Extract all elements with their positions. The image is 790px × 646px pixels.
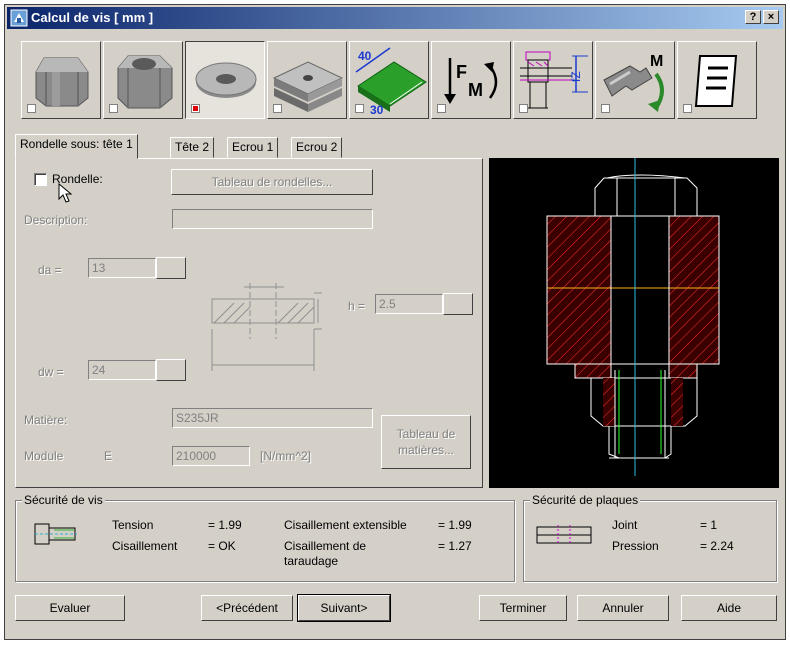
joint-value: = 1 <box>700 518 718 532</box>
description-label: Description: <box>24 213 88 227</box>
shear-ext-value: = 1.99 <box>438 518 472 532</box>
plate-dim-bottom-text: 30 <box>370 103 384 117</box>
module-unit: [N/mm^2] <box>260 449 311 463</box>
tool-document[interactable] <box>677 41 757 119</box>
title-bar[interactable]: Calcul de vis [ mm ] ? × <box>7 7 783 29</box>
tool-plate-dimensions[interactable]: 40 30 <box>349 41 429 119</box>
tension-value: = 1.99 <box>208 518 242 532</box>
washer-checkbox[interactable] <box>34 173 47 186</box>
da-field[interactable] <box>88 258 156 278</box>
da-picker-button[interactable] <box>156 257 186 279</box>
screw-icon <box>34 523 77 545</box>
dw-picker-button[interactable] <box>156 359 186 381</box>
shear-ext-label: Cisaillement extensible <box>284 518 407 532</box>
tool-wrench-torque-check[interactable] <box>601 104 610 113</box>
tool-plate-dimensions-check[interactable] <box>355 104 364 113</box>
shear-thread-label: Cisaillement de taraudage <box>284 539 367 568</box>
moment-letter: M <box>468 80 483 100</box>
tool-bolt-head-check[interactable] <box>27 104 36 113</box>
plates-joint-icon <box>536 525 592 545</box>
bolt-assembly-drawing <box>546 158 720 476</box>
mouse-cursor-icon <box>58 183 73 203</box>
bolt-assembly-preview <box>489 158 779 488</box>
material-field[interactable] <box>172 408 373 428</box>
tool-document-check[interactable] <box>683 104 692 113</box>
tool-nut-check[interactable] <box>109 104 118 113</box>
svg-text:fZ: fZ <box>569 71 583 82</box>
module-symbol: E <box>104 449 113 463</box>
tension-label: Tension <box>112 518 154 532</box>
svg-text:F: F <box>456 62 467 82</box>
tool-plates-check[interactable] <box>273 104 282 113</box>
screw-safety-group: Sécurité de vis Tension = 1.99 Cisaillem… <box>15 493 515 582</box>
tool-force-moment-check[interactable] <box>437 104 446 113</box>
tab-tete-2[interactable]: Tête 2 <box>170 137 215 158</box>
shear-value: = OK <box>208 539 236 553</box>
tool-washer-check[interactable] <box>191 104 200 113</box>
module-label: Module <box>24 449 64 463</box>
washer-tab-panel: Rondelle: Tableau de rondelles... Descri… <box>15 158 483 488</box>
tool-force-moment[interactable]: F M <box>431 41 511 119</box>
tool-assembly-section-check[interactable] <box>519 104 528 113</box>
tab-ecrou-1[interactable]: Ecrou 1 <box>227 137 279 158</box>
tool-plates[interactable] <box>267 41 347 119</box>
tool-wrench-torque[interactable]: M <box>595 41 675 119</box>
h-label: h = <box>348 299 366 313</box>
material-label: Matière: <box>24 413 68 427</box>
module-field[interactable] <box>172 446 250 466</box>
da-label: da = <box>38 263 62 277</box>
finish-button[interactable]: Terminer <box>479 595 567 621</box>
h-picker-button[interactable] <box>443 293 473 315</box>
app-icon <box>10 9 28 27</box>
pressure-value: = 2.24 <box>700 539 734 553</box>
torque-letter: M <box>650 53 663 70</box>
previous-button[interactable]: <Précédent <box>201 595 293 621</box>
tab-rondelle-tete-1[interactable]: Rondelle sous: tête 1 <box>15 134 138 159</box>
close-title-button[interactable]: × <box>763 10 779 24</box>
plate-dim-top-text: 40 <box>358 49 372 63</box>
evaluate-button[interactable]: Evaluer <box>15 595 125 621</box>
h-field[interactable] <box>375 294 443 314</box>
shear-thread-value: = 1.27 <box>438 539 472 553</box>
window-title: Calcul de vis [ mm ] <box>31 10 154 25</box>
washer-table-button[interactable]: Tableau de rondelles... <box>171 169 373 195</box>
joint-label: Joint <box>612 518 638 532</box>
tool-washer[interactable] <box>185 41 265 119</box>
shear-label: Cisaillement <box>112 539 178 553</box>
pressure-label: Pression <box>612 539 659 553</box>
dw-field[interactable] <box>88 360 156 380</box>
dialog-window: Calcul de vis [ mm ] ? × 40 30 F M fZ M … <box>4 4 786 640</box>
tool-nut[interactable] <box>103 41 183 119</box>
screw-safety-title: Sécurité de vis <box>22 493 105 507</box>
plate-safety-title: Sécurité de plaques <box>530 493 641 507</box>
tab-ecrou-2[interactable]: Ecrou 2 <box>291 137 343 158</box>
tool-bolt-head[interactable] <box>21 41 101 119</box>
dw-label: dw = <box>38 365 64 379</box>
cancel-button[interactable]: Annuler <box>577 595 669 621</box>
description-field[interactable] <box>172 209 373 229</box>
washer-section-drawing <box>211 283 322 371</box>
plate-safety-group: Sécurité de plaques Joint = 1 Pression =… <box>523 493 777 582</box>
help-button[interactable]: Aide <box>681 595 777 621</box>
help-title-button[interactable]: ? <box>745 10 761 24</box>
next-button[interactable]: Suivant> <box>297 594 391 622</box>
tool-assembly-section[interactable]: fZ <box>513 41 593 119</box>
material-table-button[interactable]: Tableau de matières... <box>381 415 471 469</box>
